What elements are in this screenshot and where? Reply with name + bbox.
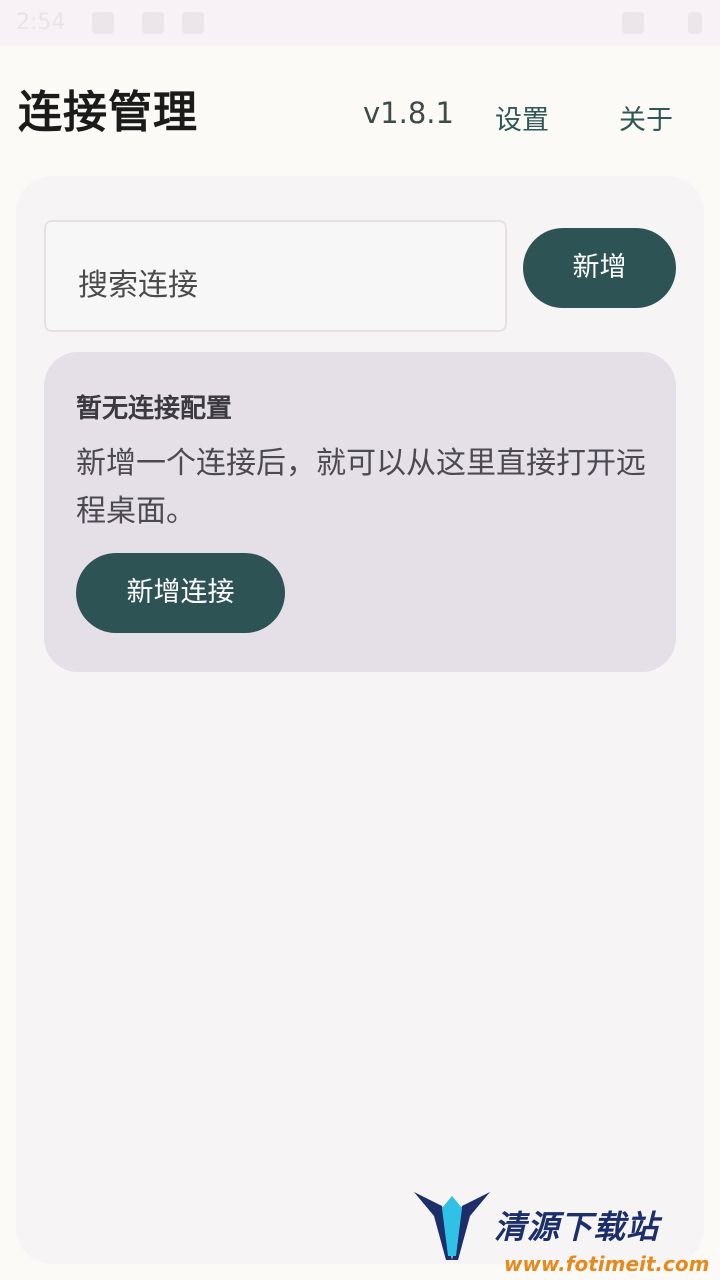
empty-state-description: 新增一个连接后，就可以从这里直接打开远程桌面。: [76, 446, 646, 529]
connections-panel: 搜索连接 新增 暂无连接配置 新增一个连接后，就可以从这里直接打开远程桌面。 新…: [16, 176, 704, 1264]
add-connection-button[interactable]: 新增连接: [76, 553, 285, 633]
watermark-logo-icon: [414, 1192, 490, 1260]
app-header: 连接管理 v1.8.1 设置 关于: [0, 46, 720, 176]
empty-state-card: 暂无连接配置 新增一个连接后，就可以从这里直接打开远程桌面。 新增连接: [44, 352, 676, 672]
page-title: 连接管理: [18, 87, 198, 138]
app-icon: [182, 12, 204, 34]
watermark: 清源下载站 www.fotimeit.com: [412, 1186, 712, 1280]
download-icon: [142, 12, 164, 34]
settings-link[interactable]: 设置: [495, 98, 549, 137]
version-label: v1.8.1: [363, 96, 454, 130]
watermark-url: www.fotimeit.com: [504, 1252, 710, 1276]
search-input[interactable]: 搜索连接: [44, 220, 507, 332]
about-link[interactable]: 关于: [619, 98, 673, 137]
status-bar: 2:54: [0, 0, 720, 46]
empty-state-title: 暂无连接配置: [76, 394, 233, 424]
notification-icon: [92, 12, 114, 34]
add-button[interactable]: 新增: [523, 228, 676, 308]
wifi-icon: [622, 12, 644, 34]
status-time: 2:54: [16, 10, 66, 35]
watermark-brand: 清源下载站: [494, 1208, 660, 1246]
battery-icon: [688, 12, 702, 34]
